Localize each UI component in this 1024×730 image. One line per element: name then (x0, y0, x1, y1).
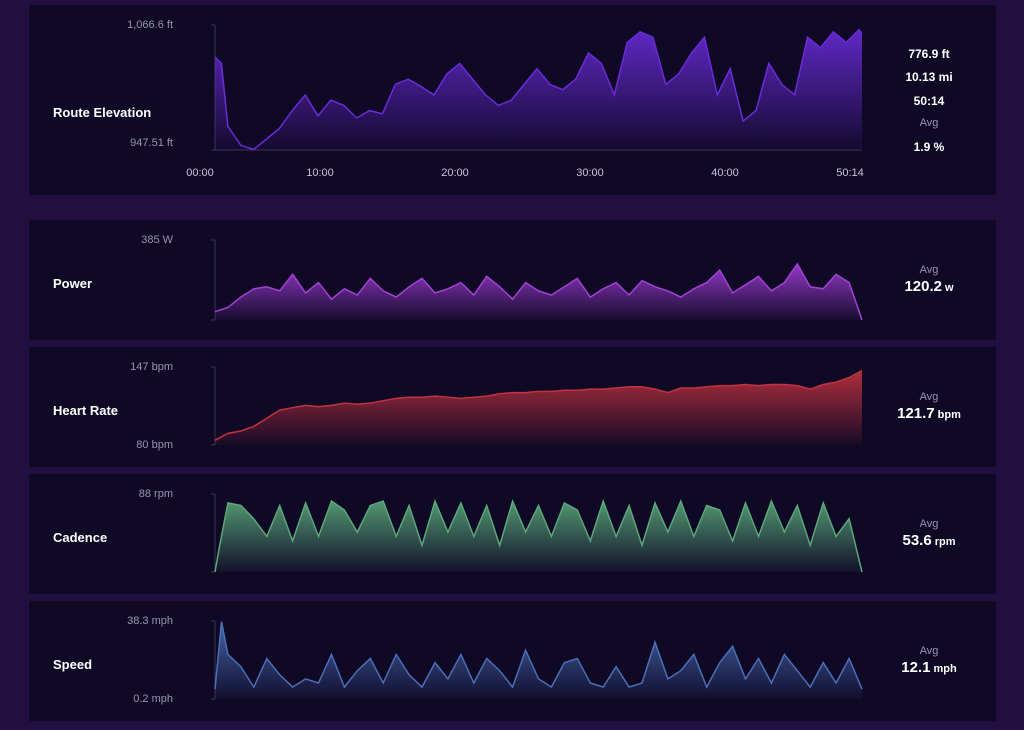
power-avg-value: 120.2 (904, 278, 942, 295)
elevation-y-max-label: 1,066.6 ft (127, 19, 173, 31)
cadence-avg-value: 53.6 (902, 532, 932, 549)
grade-avg-label: Avg (919, 117, 939, 129)
cadence-avg-label: Avg (919, 518, 939, 530)
heart-rate-avg-value-row: 121.7 bpm (879, 405, 979, 422)
cadence-stat: Avg 53.6 rpm (879, 518, 979, 549)
elevation-y-min-label: 947.51 ft (130, 137, 173, 149)
elevation-x-tick-5: 50:14 (836, 167, 864, 179)
cadence-avg-unit: rpm (934, 536, 956, 548)
cadence-area (215, 501, 862, 572)
heart-rate-avg-label: Avg (919, 391, 939, 403)
elevation-x-tick-1: 10:00 (306, 167, 334, 179)
elevation-gain-stat: 776.9 ft (908, 47, 950, 61)
time-stat: 50:14 (913, 94, 945, 108)
power-y-max-label: 385 W (141, 234, 173, 246)
speed-chart (211, 620, 863, 700)
heart-rate-y-min-label: 80 bpm (136, 439, 173, 451)
elevation-x-tick-4: 40:00 (711, 167, 739, 179)
power-avg-value-row: 120.2 w (879, 278, 979, 295)
heart-rate-area (215, 370, 862, 445)
cadence-label: Cadence (53, 530, 108, 545)
power-avg-label: Avg (919, 264, 939, 276)
elevation-panel: Route Elevation 1,066.6 ft 947.51 ft 00:… (29, 5, 996, 195)
cadence-y-max-label: 88 rpm (138, 488, 173, 500)
heart-rate-stat: Avg 121.7 bpm (879, 391, 979, 422)
elevation-x-tick-3: 30:00 (576, 167, 604, 179)
elevation-label: Route Elevation (53, 105, 152, 120)
elevation-area (215, 29, 862, 150)
cadence-chart (211, 493, 863, 573)
heart-rate-avg-value: 121.7 (897, 405, 935, 422)
speed-avg-label: Avg (919, 645, 939, 657)
power-chart (211, 239, 863, 321)
speed-area (215, 621, 862, 699)
heart-rate-label: Heart Rate (53, 403, 119, 418)
elevation-x-tick-2: 20:00 (441, 167, 469, 179)
heart-rate-chart (211, 366, 863, 446)
cadence-panel: Cadence 88 rpm Avg 53.6 rpm (29, 474, 996, 594)
distance-stat: 10.13 mi (905, 70, 953, 84)
speed-y-max-label: 38.3 mph (127, 615, 173, 627)
grade-stat: 1.9 % (913, 140, 945, 154)
elevation-chart (211, 24, 863, 151)
cadence-avg-value-row: 53.6 rpm (879, 532, 979, 549)
power-panel: Power 385 W Avg 120.2 w (29, 220, 996, 340)
power-avg-unit: w (944, 282, 954, 294)
power-area (215, 263, 862, 320)
elevation-x-tick-0: 00:00 (186, 167, 214, 179)
speed-avg-value-row: 12.1 mph (879, 659, 979, 676)
heart-rate-y-max-label: 147 bpm (130, 361, 173, 373)
speed-panel: Speed 38.3 mph 0.2 mph Avg 12.1 mph (29, 601, 996, 721)
speed-avg-value: 12.1 (901, 659, 931, 676)
heart-rate-panel: Heart Rate 147 bpm 80 bpm Avg 121.7 bpm (29, 347, 996, 467)
speed-y-min-label: 0.2 mph (133, 693, 173, 705)
speed-stat: Avg 12.1 mph (879, 645, 979, 676)
speed-avg-unit: mph (933, 663, 957, 675)
power-stat: Avg 120.2 w (879, 264, 979, 295)
speed-label: Speed (53, 657, 93, 672)
power-label: Power (53, 276, 93, 291)
heart-rate-avg-unit: bpm (937, 409, 961, 421)
